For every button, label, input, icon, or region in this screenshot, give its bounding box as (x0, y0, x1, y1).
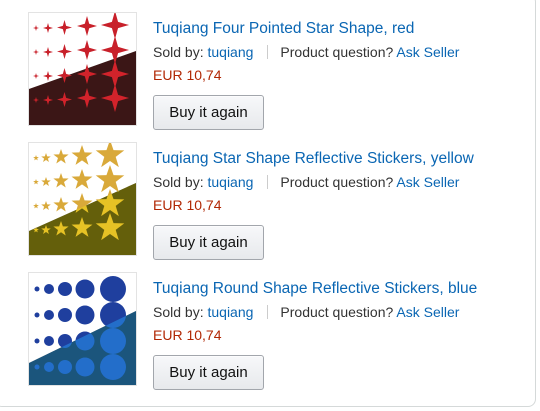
seller-link[interactable]: tuqiang (207, 304, 253, 320)
product-title-link[interactable]: Tuqiang Star Shape Reflective Stickers, … (153, 150, 474, 168)
sold-by-label: Sold by: (153, 304, 204, 320)
price: EUR 10,74 (153, 197, 222, 213)
yellow-star-stickers-image (29, 143, 136, 255)
divider (267, 45, 269, 59)
product-image-yellow-stars[interactable] (28, 142, 137, 256)
seller-link[interactable]: tuqiang (207, 174, 253, 190)
product-question-label: Product question? (280, 304, 394, 320)
product-image-blue-dots[interactable] (28, 272, 137, 386)
blue-round-stickers-image (29, 276, 136, 385)
product-image-red-stars[interactable] (28, 12, 137, 126)
order-item: Tuqiang Round Shape Reflective Stickers,… (0, 260, 540, 390)
sold-by-label: Sold by: (153, 174, 204, 190)
ask-seller-link[interactable]: Ask Seller (396, 44, 459, 60)
product-title-link[interactable]: Tuqiang Four Pointed Star Shape, red (153, 20, 414, 38)
buy-it-again-button[interactable]: Buy it again (153, 225, 264, 260)
seller-link[interactable]: tuqiang (207, 44, 253, 60)
seller-line: Sold by: tuqiang Product question? Ask Se… (153, 44, 459, 60)
divider (267, 175, 269, 189)
sold-by-label: Sold by: (153, 44, 204, 60)
red-four-pointed-star-stickers-image (29, 13, 136, 125)
ask-seller-link[interactable]: Ask Seller (396, 304, 459, 320)
seller-line: Sold by: tuqiang Product question? Ask Se… (153, 304, 459, 320)
order-item: Tuqiang Star Shape Reflective Stickers, … (0, 130, 540, 260)
seller-line: Sold by: tuqiang Product question? Ask Se… (153, 174, 459, 190)
price: EUR 10,74 (153, 327, 222, 343)
product-title-link[interactable]: Tuqiang Round Shape Reflective Stickers,… (153, 280, 477, 298)
buy-it-again-button[interactable]: Buy it again (153, 95, 264, 130)
buy-it-again-button[interactable]: Buy it again (153, 355, 264, 390)
price: EUR 10,74 (153, 67, 222, 83)
order-item: Tuqiang Four Pointed Star Shape, red Sol… (0, 0, 540, 130)
product-question-label: Product question? (280, 174, 394, 190)
ask-seller-link[interactable]: Ask Seller (396, 174, 459, 190)
product-question-label: Product question? (280, 44, 394, 60)
divider (267, 305, 269, 319)
